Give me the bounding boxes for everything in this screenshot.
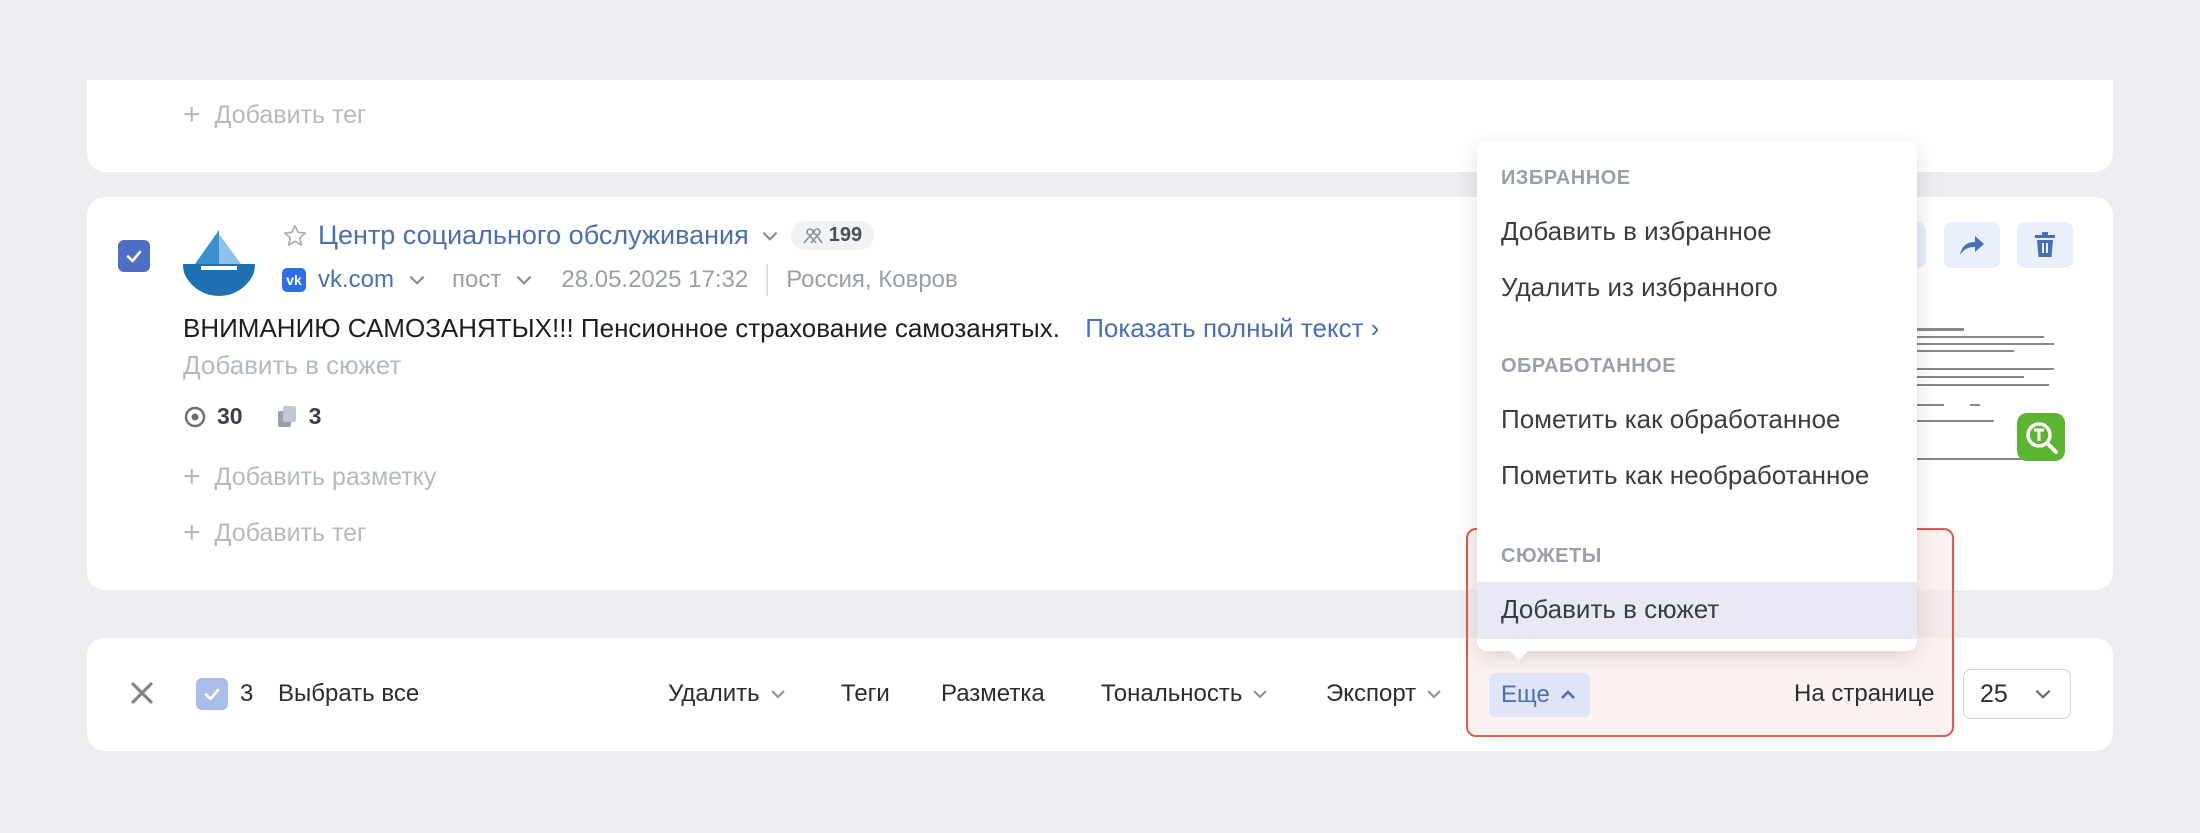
- source-avatar[interactable]: [181, 220, 257, 296]
- divider: [766, 264, 769, 296]
- post-datetime: 28.05.2025 17:32: [561, 266, 749, 293]
- source-header: Центр социального обслуживания 199: [282, 220, 875, 251]
- star-icon[interactable]: [282, 223, 308, 249]
- checkmark-icon: [126, 250, 142, 263]
- post-location: Россия, Ковров: [786, 266, 958, 293]
- remove-from-favorites-item[interactable]: Удалить из избранного: [1501, 272, 1778, 303]
- plots-section-header: СЮЖЕТЫ: [1501, 545, 1602, 567]
- mark-processed-item[interactable]: Пометить как обработанное: [1501, 404, 1841, 435]
- audience-icon: [803, 227, 823, 244]
- selected-count: 3: [240, 680, 254, 707]
- copies-stat: 3: [277, 403, 321, 430]
- tonality-dropdown[interactable]: Тональность: [1101, 680, 1270, 708]
- add-tag-link-prev[interactable]: + Добавить тег: [183, 100, 366, 130]
- post-type: пост: [452, 266, 502, 293]
- add-to-plot-item[interactable]: Добавить в сюжет: [1501, 594, 1719, 625]
- chevron-up-icon: [1560, 690, 1575, 699]
- delete-post-button[interactable]: [2017, 222, 2073, 268]
- post-stats: 30 3: [183, 403, 321, 430]
- close-icon[interactable]: [127, 678, 157, 708]
- chevron-down-icon[interactable]: [406, 269, 428, 291]
- more-actions-menu: ИЗБРАННОЕ Добавить в избранное Удалить и…: [1477, 141, 1917, 651]
- share-arrow-icon: [1960, 236, 1984, 255]
- processed-section-header: ОБРАБОТАННОЕ: [1501, 355, 1677, 377]
- post-meta: vk vk.com пост 28.05.2025 17:32 Россия, …: [282, 264, 958, 296]
- add-markup-link[interactable]: + Добавить разметку: [183, 462, 436, 492]
- chevron-down-icon: [1427, 690, 1441, 699]
- markup-button[interactable]: Разметка: [941, 680, 1045, 708]
- export-dropdown[interactable]: Экспорт: [1326, 680, 1444, 708]
- mark-unprocessed-item[interactable]: Пометить как необработанное: [1501, 460, 1869, 491]
- plus-icon: +: [183, 98, 201, 131]
- select-all-button[interactable]: Выбрать все: [278, 680, 419, 708]
- trash-icon: [2035, 232, 2055, 257]
- eye-icon: [184, 406, 206, 427]
- delete-dropdown[interactable]: Удалить: [668, 680, 788, 708]
- chevron-down-icon: [770, 690, 785, 699]
- add-to-favorites-item[interactable]: Добавить в избранное: [1501, 216, 1772, 247]
- site-link[interactable]: vk.com: [318, 266, 394, 294]
- vk-icon: vk: [282, 268, 306, 292]
- chevron-down-icon[interactable]: [513, 269, 535, 291]
- per-page-label: На странице: [1794, 680, 1935, 707]
- checkmark-icon: [204, 688, 220, 701]
- chevron-down-icon[interactable]: [759, 225, 781, 247]
- views-stat: 30: [183, 403, 243, 430]
- add-tag-link[interactable]: + Добавить тег: [183, 518, 366, 548]
- chevron-down-icon: [1253, 690, 1268, 699]
- copies-icon: [277, 405, 296, 427]
- select-all-checkbox[interactable]: [196, 678, 228, 710]
- chevron-down-icon: [2035, 689, 2051, 699]
- post-text: ВНИМАНИЮ САМОЗАНЯТЫХ!!! Пенсионное страх…: [183, 313, 1380, 343]
- audience-badge: 199: [790, 221, 875, 250]
- tq-logo-icon: [2017, 413, 2065, 461]
- source-name-link[interactable]: Центр социального обслуживания: [318, 220, 749, 251]
- favorites-section-header: ИЗБРАННОЕ: [1501, 167, 1631, 189]
- more-dropdown-button[interactable]: Еще: [1489, 673, 1590, 717]
- add-to-plot-link[interactable]: Добавить в сюжет: [183, 350, 401, 381]
- show-full-text-link[interactable]: Показать полный текст ›: [1085, 313, 1379, 343]
- plus-icon: +: [183, 516, 201, 549]
- plus-icon: +: [183, 460, 201, 493]
- menu-pointer: [1505, 646, 1533, 660]
- share-button[interactable]: [1944, 222, 2000, 268]
- tags-button[interactable]: Теги: [841, 680, 890, 708]
- per-page-select[interactable]: 25: [1963, 669, 2071, 719]
- post-checkbox[interactable]: [118, 240, 150, 272]
